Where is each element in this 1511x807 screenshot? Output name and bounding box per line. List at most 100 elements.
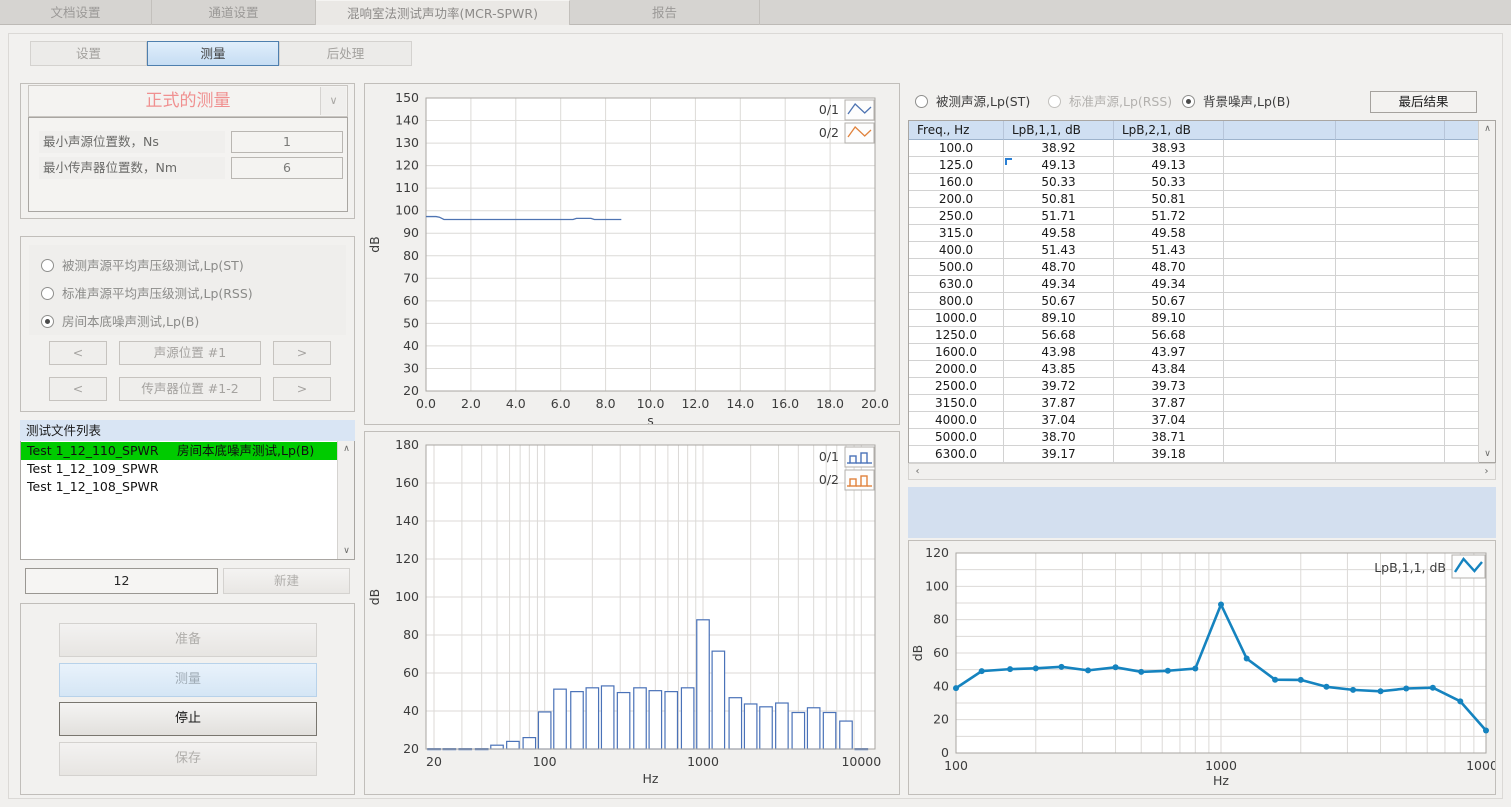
table-cell: 125.0: [909, 157, 1004, 174]
table-row[interactable]: 125.049.1349.13: [909, 157, 1479, 174]
table-cell: [1445, 446, 1479, 463]
chevron-down-icon[interactable]: ∨: [320, 87, 346, 115]
result-radio-lpb-icon[interactable]: [1182, 95, 1195, 108]
svg-text:2.0: 2.0: [461, 396, 481, 411]
tab-report[interactable]: 报告: [570, 0, 760, 25]
table-cell: 51.43: [1004, 242, 1114, 259]
table-row[interactable]: 315.049.5849.58: [909, 225, 1479, 242]
table-scrollbar-horizontal[interactable]: ‹ ›: [908, 463, 1496, 480]
table-cell: [1336, 446, 1445, 463]
test-type-panel: 被测声源平均声压级测试,Lp(ST) 标准声源平均声压级测试,Lp(RSS) 房…: [20, 236, 355, 412]
file-count-button[interactable]: 12: [25, 568, 218, 594]
svg-text:LpB,1,1, dB: LpB,1,1, dB: [1374, 560, 1446, 575]
table-row[interactable]: 800.050.6750.67: [909, 293, 1479, 310]
table-cell: [1224, 191, 1336, 208]
radio-row-lpb[interactable]: 房间本底噪声测试,Lp(B): [41, 314, 199, 330]
tab-channel-settings[interactable]: 通道设置: [152, 0, 316, 25]
table-row[interactable]: 2000.043.8543.84: [909, 361, 1479, 378]
subtab-settings[interactable]: 设置: [30, 41, 147, 66]
save-button[interactable]: 保存: [59, 742, 317, 776]
tab-document-settings[interactable]: 文档设置: [0, 0, 152, 25]
subtab-postprocess[interactable]: 后处理: [279, 41, 412, 66]
file-list[interactable]: Test 1_12_110_SPWR房间本底噪声测试,Lp(B)Test 1_1…: [20, 441, 355, 560]
table-cell: 89.10: [1004, 310, 1114, 327]
table-row[interactable]: 2500.039.7239.73: [909, 378, 1479, 395]
table-row[interactable]: 400.051.4351.43: [909, 242, 1479, 259]
source-position-next-button[interactable]: >: [273, 341, 331, 365]
table-cell: [1336, 157, 1445, 174]
scroll-right-icon[interactable]: ›: [1478, 464, 1495, 479]
subtab-measure[interactable]: 测量: [147, 41, 279, 66]
table-cell: [1224, 446, 1336, 463]
file-list-item[interactable]: Test 1_12_109_SPWR: [21, 460, 338, 478]
table-row[interactable]: 1600.043.9843.97: [909, 344, 1479, 361]
svg-text:120: 120: [925, 545, 949, 560]
table-row[interactable]: 160.050.3350.33: [909, 174, 1479, 191]
table-row[interactable]: 4000.037.0437.04: [909, 412, 1479, 429]
svg-text:10000: 10000: [841, 754, 881, 769]
scroll-up-icon[interactable]: ∧: [1479, 121, 1496, 137]
table-row[interactable]: 1250.056.6856.68: [909, 327, 1479, 344]
table-cell: 250.0: [909, 208, 1004, 225]
tab-mcr-spwr[interactable]: 混响室法测试声功率(MCR-SPWR): [316, 0, 570, 25]
file-list-item[interactable]: Test 1_12_110_SPWR房间本底噪声测试,Lp(B): [21, 442, 338, 460]
result-radio-lprss[interactable]: 标准声源,Lp(RSS): [1048, 94, 1172, 110]
app-window: 文档设置 通道设置 混响室法测试声功率(MCR-SPWR) 报告 设置 测量 后…: [0, 0, 1511, 807]
table-row[interactable]: 100.038.9238.93: [909, 140, 1479, 157]
svg-text:1000: 1000: [1205, 758, 1237, 773]
table-row[interactable]: 500.048.7048.70: [909, 259, 1479, 276]
table-cell: [1224, 293, 1336, 310]
result-radio-lpst-label: 被测声源,Lp(ST): [936, 94, 1030, 109]
table-cell: 56.68: [1114, 327, 1224, 344]
result-radio-lpst[interactable]: 被测声源,Lp(ST): [915, 94, 1030, 110]
radio-lpb-icon[interactable]: [41, 315, 54, 328]
scroll-down-icon[interactable]: ∨: [338, 543, 355, 559]
table-row[interactable]: 6300.039.1739.18: [909, 446, 1479, 463]
svg-text:60: 60: [403, 665, 419, 680]
mic-position-next-button[interactable]: >: [273, 377, 331, 401]
table-cell: 38.92: [1004, 140, 1114, 157]
table-row[interactable]: 200.050.8150.81: [909, 191, 1479, 208]
measure-button[interactable]: 测量: [59, 663, 317, 697]
table-cell: 50.67: [1114, 293, 1224, 310]
new-file-button[interactable]: 新建: [223, 568, 350, 594]
radio-row-lpst[interactable]: 被测声源平均声压级测试,Lp(ST): [41, 258, 244, 274]
source-position-prev-button[interactable]: <: [49, 341, 107, 365]
scroll-left-icon[interactable]: ‹: [909, 464, 926, 479]
measure-mode-dropdown[interactable]: 正式的测量 ∨: [28, 85, 348, 117]
result-radio-lpb[interactable]: 背景噪声,Lp(B): [1182, 94, 1290, 110]
table-row[interactable]: 1000.089.1089.10: [909, 310, 1479, 327]
result-radio-lprss-icon[interactable]: [1048, 95, 1061, 108]
min-source-positions-label: 最小声源位置数，Ns: [39, 131, 225, 153]
table-cell: 37.87: [1114, 395, 1224, 412]
final-result-button[interactable]: 最后结果: [1370, 91, 1477, 113]
result-radio-lpb-label: 背景噪声,Lp(B): [1203, 94, 1290, 109]
table-scrollbar-vertical[interactable]: ∧ ∨: [1478, 121, 1495, 462]
table-row[interactable]: 630.049.3449.34: [909, 276, 1479, 293]
scroll-up-icon[interactable]: ∧: [338, 441, 355, 457]
mic-position-button[interactable]: 传声器位置 #1-2: [119, 377, 261, 401]
table-row[interactable]: 3150.037.8737.87: [909, 395, 1479, 412]
mic-position-prev-button[interactable]: <: [49, 377, 107, 401]
table-row[interactable]: 5000.038.7038.71: [909, 429, 1479, 446]
stop-button[interactable]: 停止: [59, 702, 317, 736]
min-source-positions-input[interactable]: 1: [231, 131, 343, 153]
table-cell: [1336, 174, 1445, 191]
file-list-item[interactable]: Test 1_12_108_SPWR: [21, 478, 338, 496]
min-mic-positions-input[interactable]: 6: [231, 157, 343, 179]
result-radio-lpst-icon[interactable]: [915, 95, 928, 108]
file-list-scrollbar[interactable]: ∧ ∨: [337, 441, 354, 559]
table-cell: [1445, 293, 1479, 310]
scroll-down-icon[interactable]: ∨: [1479, 446, 1496, 462]
svg-text:130: 130: [395, 135, 419, 150]
radio-lpst-icon[interactable]: [41, 259, 54, 272]
radio-row-lprss[interactable]: 标准声源平均声压级测试,Lp(RSS): [41, 286, 253, 302]
table-cell: 50.67: [1004, 293, 1114, 310]
table-header-cell: [1336, 121, 1445, 140]
prepare-button[interactable]: 准备: [59, 623, 317, 657]
results-table[interactable]: Freq., HzLpB,1,1, dBLpB,2,1, dB 100.038.…: [908, 120, 1496, 463]
table-row[interactable]: 250.051.7151.72: [909, 208, 1479, 225]
table-cell: [1445, 191, 1479, 208]
radio-lprss-icon[interactable]: [41, 287, 54, 300]
source-position-button[interactable]: 声源位置 #1: [119, 341, 261, 365]
